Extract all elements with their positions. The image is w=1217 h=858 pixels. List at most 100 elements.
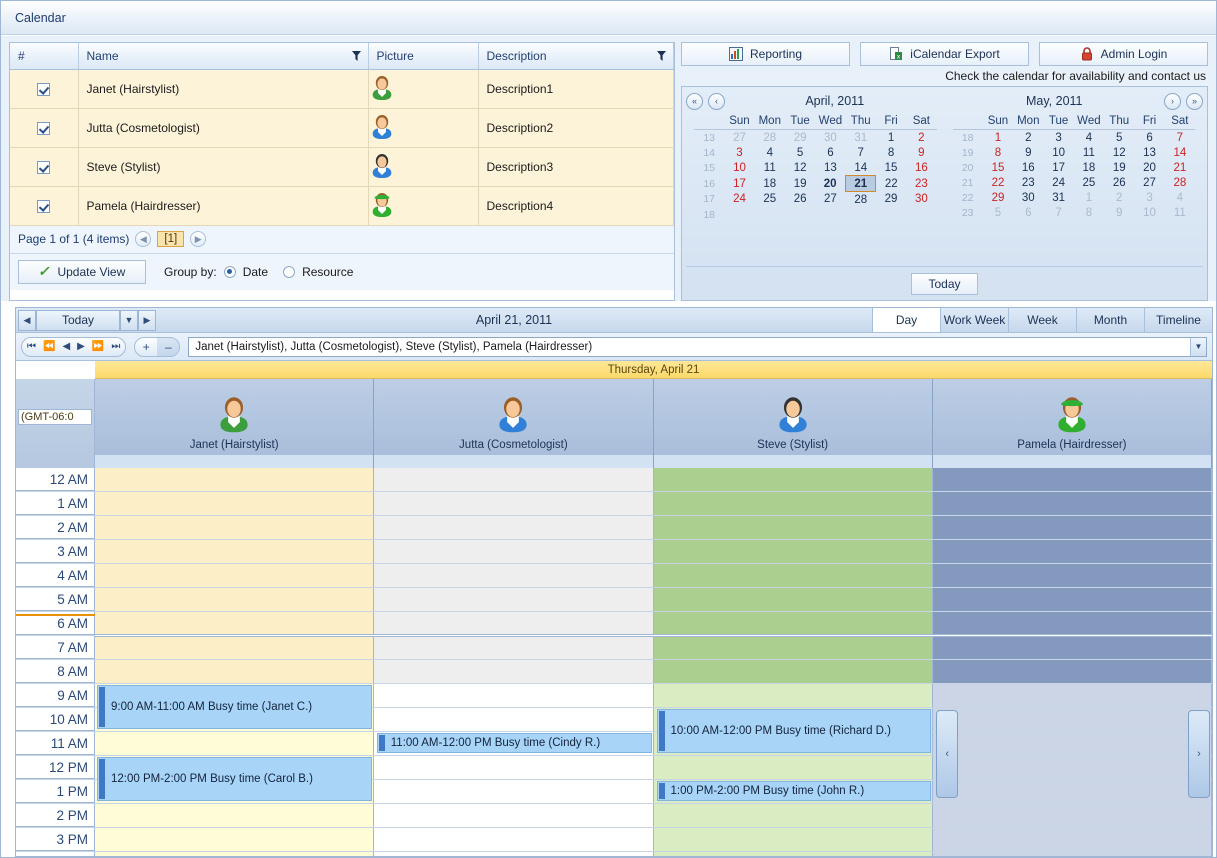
column-header-picture[interactable]: Picture (368, 43, 479, 70)
table-row[interactable]: Steve (Stylist) Description3 (10, 147, 674, 187)
calendar-day-cell[interactable]: 4 (1074, 130, 1104, 146)
tab-day[interactable]: Day (872, 308, 940, 332)
time-slot-cell[interactable] (374, 804, 654, 827)
calendar-day-cell[interactable]: 8 (1074, 205, 1104, 220)
calendar-day-cell[interactable]: 17 (1043, 160, 1073, 175)
today-nav-button[interactable]: Today (36, 309, 120, 331)
next-date-button[interactable]: ▶ (138, 309, 156, 331)
time-slot-cell[interactable] (653, 564, 933, 587)
time-slot-cell[interactable] (932, 684, 1212, 707)
calendar-day-cell[interactable]: 25 (755, 192, 785, 208)
icalendar-export-button[interactable]: x iCalendar Export (860, 42, 1029, 66)
time-slot-cell[interactable] (95, 636, 375, 659)
tab-month[interactable]: Month (1076, 308, 1144, 332)
calendar-day-cell[interactable]: 1 (983, 130, 1013, 146)
time-slot-cell[interactable] (374, 588, 654, 611)
resource-selector-field[interactable]: Janet (Hairstylist), Jutta (Cosmetologis… (188, 336, 1207, 357)
time-slot-cell[interactable] (95, 564, 375, 587)
time-slot-cell[interactable] (653, 636, 933, 659)
tab-timeline[interactable]: Timeline (1144, 308, 1212, 332)
time-slot-cell[interactable] (932, 540, 1212, 563)
pager-prev-button[interactable]: ◀ (135, 231, 152, 247)
calendar-day-cell[interactable]: 30 (815, 130, 845, 146)
row-checkbox[interactable] (37, 199, 51, 213)
row-checkbox-cell[interactable] (10, 108, 79, 148)
allday-cell[interactable] (95, 455, 375, 468)
time-slot-cell[interactable] (374, 660, 654, 683)
calendar-day-cell[interactable]: 24 (1043, 175, 1073, 190)
time-slot-cell[interactable] (653, 852, 933, 856)
calendar-day-cell[interactable] (815, 207, 845, 222)
calendar-day-cell[interactable]: 3 (1134, 190, 1164, 205)
column-header-name[interactable]: Name (78, 43, 369, 70)
calendar-day-cell[interactable] (846, 207, 876, 222)
calendar-day-cell[interactable]: 1 (876, 130, 906, 146)
column-header-index[interactable]: # (10, 43, 79, 70)
filter-icon[interactable] (351, 50, 361, 61)
row-checkbox[interactable] (37, 82, 51, 96)
time-slot-cell[interactable] (95, 612, 375, 635)
scroll-right-arrow[interactable]: › (1188, 710, 1210, 798)
time-slot-cell[interactable] (374, 852, 654, 856)
calendar-day-cell[interactable]: 27 (1134, 175, 1164, 190)
calendar-day-cell[interactable] (906, 207, 936, 222)
calendar-day-cell[interactable]: 15 (983, 160, 1013, 175)
calendar-day-cell[interactable]: 19 (1104, 160, 1134, 175)
calendar-day-cell[interactable]: 9 (1013, 145, 1043, 160)
time-slot-cell[interactable] (374, 636, 654, 659)
calendar-day-cell[interactable]: 1 (1074, 190, 1104, 205)
tab-work-week[interactable]: Work Week (940, 308, 1008, 332)
calendar-day-cell[interactable]: 27 (724, 130, 754, 146)
calendar-day-cell[interactable]: 11 (1165, 205, 1195, 220)
time-slot-cell[interactable] (95, 516, 375, 539)
first-icon[interactable]: ⏮ (27, 341, 36, 352)
time-slot-cell[interactable] (95, 804, 375, 827)
calendar-day-cell[interactable]: 16 (906, 160, 936, 176)
calendar-day-cell[interactable]: 25 (1074, 175, 1104, 190)
time-slot-cell[interactable] (932, 564, 1212, 587)
fast-forward-icon[interactable]: ⏩ (92, 341, 104, 352)
time-slot-cell[interactable] (932, 660, 1212, 683)
calendar-day-cell[interactable]: 2 (1013, 130, 1043, 146)
calendar-day-cell[interactable] (724, 207, 754, 222)
time-slot-cell[interactable] (932, 612, 1212, 635)
resource-column-header[interactable]: Jutta (Cosmetologist) (374, 379, 654, 455)
today-button[interactable]: Today (911, 272, 978, 295)
calendar-day-cell[interactable]: 19 (785, 176, 815, 192)
calendar-day-cell[interactable]: 26 (1104, 175, 1134, 190)
time-slot-cell[interactable] (653, 828, 933, 851)
time-slot-cell[interactable] (932, 708, 1212, 731)
row-checkbox[interactable] (37, 160, 51, 174)
table-row[interactable]: Jutta (Cosmetologist) Description2 (10, 108, 674, 148)
calendar-day-cell[interactable]: 10 (724, 160, 754, 176)
resource-column-header[interactable]: Pamela (Hairdresser) (932, 379, 1212, 455)
calendar-day-cell[interactable]: 5 (785, 145, 815, 160)
calendar-day-cell[interactable]: 29 (785, 130, 815, 146)
calendar-day-cell[interactable]: 21 (845, 175, 877, 192)
radio-group-by-resource[interactable] (283, 265, 296, 278)
time-slot-cell[interactable] (932, 828, 1212, 851)
calendar-day-cell[interactable]: 8 (983, 145, 1013, 160)
calendar-day-cell[interactable]: 6 (1013, 205, 1043, 220)
row-checkbox[interactable] (37, 121, 51, 135)
time-slot-cell[interactable] (374, 612, 654, 635)
double-chevron-right-icon[interactable]: » (1186, 92, 1203, 110)
calendar-day-cell[interactable]: 2 (1104, 190, 1134, 205)
allday-cell[interactable] (932, 455, 1212, 468)
calendar-day-cell[interactable]: 3 (1043, 130, 1073, 146)
calendar-day-cell[interactable]: 14 (846, 160, 876, 176)
time-slot-cell[interactable] (95, 540, 375, 563)
update-view-button[interactable]: ✓ Update View (18, 259, 146, 284)
calendar-day-cell[interactable]: 4 (1165, 190, 1195, 205)
chevron-down-icon[interactable]: ▼ (1190, 337, 1206, 356)
time-slot-cell[interactable] (653, 612, 933, 635)
time-slot-cell[interactable] (932, 756, 1212, 779)
time-slot-cell[interactable] (653, 756, 933, 779)
time-slot-cell[interactable] (932, 516, 1212, 539)
calendar-day-cell[interactable]: 8 (876, 145, 906, 160)
calendar-day-cell[interactable]: 26 (785, 192, 815, 208)
calendar-day-cell[interactable] (785, 207, 815, 222)
appointment-block[interactable]: 9:00 AM-11:00 AM Busy time (Janet C.) (97, 685, 372, 729)
calendar-day-cell[interactable]: 7 (1043, 205, 1073, 220)
prev-icon[interactable]: ◀ (62, 341, 70, 352)
